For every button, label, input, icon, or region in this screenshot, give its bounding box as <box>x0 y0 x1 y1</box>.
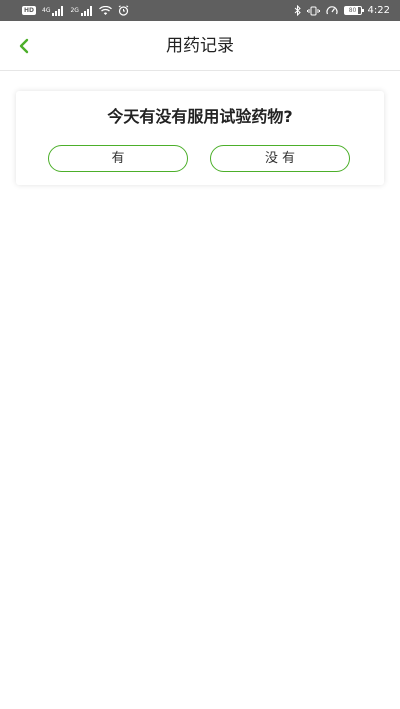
signal-icon-2 <box>80 5 93 17</box>
status-bar-left: HD 4G 2G <box>22 5 129 17</box>
network-type-label-1: 4G <box>42 6 51 14</box>
status-bar: HD 4G 2G 80 4:22 <box>0 0 400 21</box>
vibrate-icon <box>306 5 320 17</box>
wifi-icon <box>99 5 112 17</box>
status-time: 4:22 <box>367 5 390 16</box>
signal-icon <box>52 5 64 17</box>
hd-icon: HD <box>22 6 37 15</box>
question-text: 今天有没有服用试验药物? <box>107 107 293 126</box>
status-bar-right: 80 4:22 <box>294 5 390 17</box>
bluetooth-icon <box>294 5 301 17</box>
speed-gauge-icon <box>325 5 338 17</box>
answer-no-button[interactable]: 没有 <box>210 145 350 172</box>
answer-yes-button[interactable]: 有 <box>48 145 188 172</box>
network-type-label-2: 2G <box>70 6 79 14</box>
battery-icon: 80 <box>343 6 364 15</box>
alarm-icon <box>118 5 129 17</box>
page-title: 用药记录 <box>166 36 234 56</box>
medication-question-card: 今天有没有服用试验药物? 有 没有 <box>16 91 384 185</box>
navigation-bar: 用药记录 <box>0 21 400 71</box>
